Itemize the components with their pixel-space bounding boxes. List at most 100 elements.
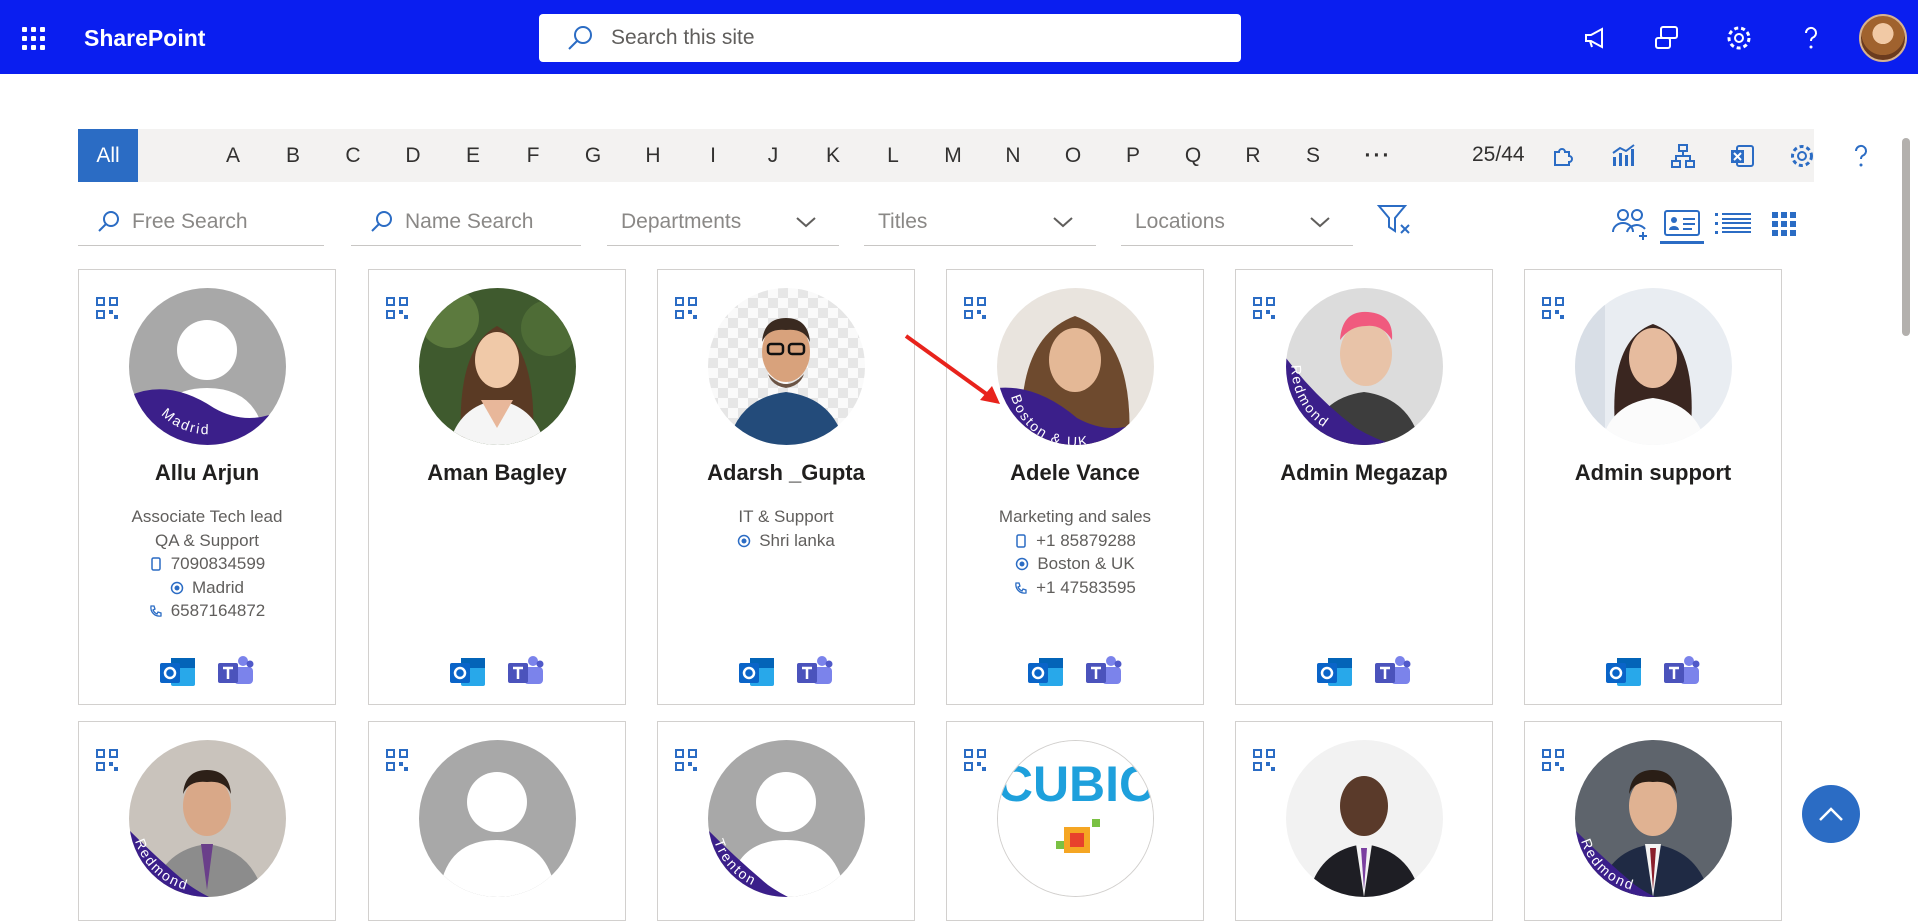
site-search-input[interactable] bbox=[611, 26, 1171, 50]
locations-dropdown[interactable]: Locations bbox=[1121, 198, 1353, 246]
person-name[interactable]: Allu Arjun bbox=[79, 460, 335, 486]
profile-photo[interactable]: Redmond bbox=[1286, 288, 1443, 445]
qr-code-icon[interactable] bbox=[95, 296, 119, 320]
site-search-box[interactable] bbox=[539, 14, 1241, 62]
teams-icon[interactable] bbox=[1085, 654, 1123, 690]
letter-o[interactable]: O bbox=[1058, 129, 1088, 182]
more-letters-button[interactable]: ··· bbox=[1358, 129, 1398, 182]
letter-h[interactable]: H bbox=[638, 129, 668, 182]
outlook-icon[interactable] bbox=[1605, 654, 1643, 690]
outlook-icon[interactable] bbox=[1316, 654, 1354, 690]
grid-view-icon[interactable] bbox=[1762, 204, 1806, 244]
letter-f[interactable]: F bbox=[518, 129, 548, 182]
letter-i[interactable]: I bbox=[698, 129, 728, 182]
person-card[interactable]: Trenton bbox=[657, 721, 915, 921]
person-card[interactable]: Adarsh _Gupta IT & Support Shri lanka bbox=[657, 269, 915, 705]
letter-b[interactable]: B bbox=[278, 129, 308, 182]
free-search-input[interactable] bbox=[132, 209, 322, 234]
scroll-to-top-button[interactable] bbox=[1802, 785, 1860, 843]
teams-icon[interactable] bbox=[507, 654, 545, 690]
outlook-icon[interactable] bbox=[1027, 654, 1065, 690]
person-name[interactable]: Adele Vance bbox=[947, 460, 1203, 486]
list-view-icon[interactable] bbox=[1711, 204, 1755, 244]
settings-icon[interactable] bbox=[1723, 22, 1755, 54]
profile-photo[interactable] bbox=[1286, 740, 1443, 897]
person-card[interactable]: CUBIC bbox=[946, 721, 1204, 921]
letter-all[interactable]: All bbox=[78, 129, 138, 182]
qr-code-icon[interactable] bbox=[1541, 296, 1565, 320]
scrollbar-thumb[interactable] bbox=[1902, 138, 1910, 336]
qr-code-icon[interactable] bbox=[674, 748, 698, 772]
teams-icon[interactable] bbox=[1374, 654, 1412, 690]
analytics-icon[interactable] bbox=[1609, 142, 1637, 170]
profile-photo[interactable]: Redmond bbox=[1575, 740, 1732, 897]
profile-photo[interactable]: Madrid bbox=[129, 288, 286, 445]
free-search-field[interactable] bbox=[78, 198, 324, 246]
profile-photo[interactable] bbox=[419, 740, 576, 897]
clear-filter-icon[interactable] bbox=[1372, 200, 1416, 240]
name-search-field[interactable] bbox=[351, 198, 581, 246]
person-phone[interactable]: 6587164872 bbox=[171, 601, 266, 620]
letter-d[interactable]: D bbox=[398, 129, 428, 182]
profile-photo[interactable]: CUBIC bbox=[997, 740, 1154, 897]
profile-photo[interactable] bbox=[708, 288, 865, 445]
app-launcher-icon[interactable] bbox=[22, 27, 48, 50]
letter-l[interactable]: L bbox=[878, 129, 908, 182]
person-mobile[interactable]: +1 85879288 bbox=[1036, 531, 1136, 550]
person-card[interactable]: Madrid Allu Arjun Associate Tech lead QA… bbox=[78, 269, 336, 705]
qr-code-icon[interactable] bbox=[1541, 748, 1565, 772]
teams-icon[interactable] bbox=[1663, 654, 1701, 690]
person-phone[interactable]: +1 47583595 bbox=[1036, 578, 1136, 597]
outlook-icon[interactable] bbox=[449, 654, 487, 690]
person-card[interactable]: Admin support bbox=[1524, 269, 1782, 705]
letter-a[interactable]: A bbox=[218, 129, 248, 182]
letter-j[interactable]: J bbox=[758, 129, 788, 182]
letter-k[interactable]: K bbox=[818, 129, 848, 182]
letter-c[interactable]: C bbox=[338, 129, 368, 182]
letter-g[interactable]: G bbox=[578, 129, 608, 182]
qr-code-icon[interactable] bbox=[1252, 748, 1276, 772]
letter-s[interactable]: S bbox=[1298, 129, 1328, 182]
person-name[interactable]: Admin Megazap bbox=[1236, 460, 1492, 486]
letter-r[interactable]: R bbox=[1238, 129, 1268, 182]
group-view-icon[interactable] bbox=[1609, 204, 1653, 244]
feedback-icon[interactable] bbox=[1651, 22, 1683, 54]
qr-code-icon[interactable] bbox=[1252, 296, 1276, 320]
qr-code-icon[interactable] bbox=[95, 748, 119, 772]
person-mobile[interactable]: 7090834599 bbox=[171, 554, 266, 573]
departments-dropdown[interactable]: Departments bbox=[607, 198, 839, 246]
letter-m[interactable]: M bbox=[938, 129, 968, 182]
user-avatar[interactable] bbox=[1859, 14, 1907, 62]
person-card[interactable]: Redmond bbox=[1524, 721, 1782, 921]
teams-icon[interactable] bbox=[217, 654, 255, 690]
person-card[interactable] bbox=[1235, 721, 1493, 921]
person-card[interactable]: Aman Bagley bbox=[368, 269, 626, 705]
name-search-input[interactable] bbox=[405, 209, 575, 234]
megaphone-icon[interactable] bbox=[1580, 22, 1612, 54]
help-icon[interactable] bbox=[1795, 22, 1827, 54]
org-chart-icon[interactable] bbox=[1669, 142, 1697, 170]
person-card[interactable]: Redmond Admin Megazap bbox=[1235, 269, 1493, 705]
qr-code-icon[interactable] bbox=[674, 296, 698, 320]
teams-icon[interactable] bbox=[796, 654, 834, 690]
person-card[interactable] bbox=[368, 721, 626, 921]
puzzle-icon[interactable] bbox=[1549, 142, 1577, 170]
letter-q[interactable]: Q bbox=[1178, 129, 1208, 182]
person-card[interactable]: Redmond bbox=[78, 721, 336, 921]
profile-photo[interactable]: Redmond bbox=[129, 740, 286, 897]
person-name[interactable]: Admin support bbox=[1525, 460, 1781, 486]
letter-n[interactable]: N bbox=[998, 129, 1028, 182]
outlook-icon[interactable] bbox=[159, 654, 197, 690]
help-icon[interactable] bbox=[1847, 142, 1875, 170]
settings-icon[interactable] bbox=[1788, 142, 1816, 170]
outlook-icon[interactable] bbox=[738, 654, 776, 690]
profile-photo[interactable]: Boston & UK bbox=[997, 288, 1154, 445]
titles-dropdown[interactable]: Titles bbox=[864, 198, 1096, 246]
profile-photo[interactable] bbox=[419, 288, 576, 445]
excel-export-icon[interactable] bbox=[1728, 142, 1756, 170]
person-name[interactable]: Adarsh _Gupta bbox=[658, 460, 914, 486]
qr-code-icon[interactable] bbox=[963, 748, 987, 772]
profile-photo[interactable]: Trenton bbox=[708, 740, 865, 897]
letter-p[interactable]: P bbox=[1118, 129, 1148, 182]
person-name[interactable]: Aman Bagley bbox=[369, 460, 625, 486]
